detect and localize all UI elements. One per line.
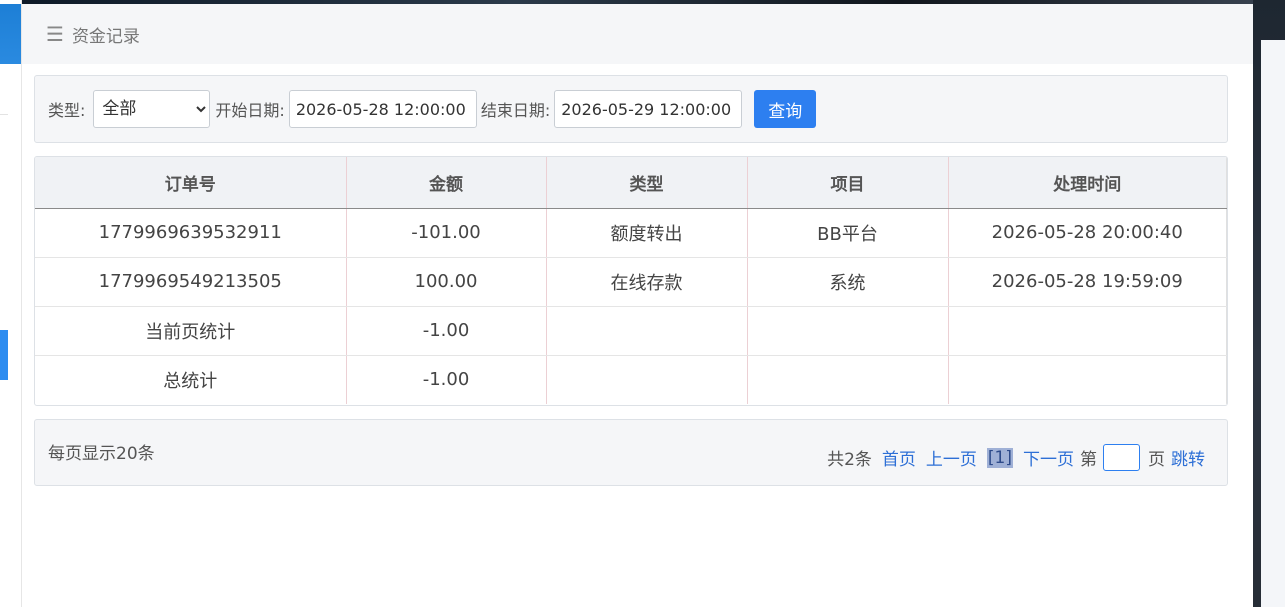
cell-empty xyxy=(546,306,748,356)
cell-time: 2026-05-28 19:59:09 xyxy=(948,257,1227,307)
cell-empty xyxy=(546,355,748,404)
cell-type: 额度转出 xyxy=(546,208,748,258)
cell-amount: -101.00 xyxy=(346,208,547,258)
goto-suffix: 页 xyxy=(1148,450,1165,470)
records-table: 订单号 金额 类型 项目 处理时间 1779969639532911 -101.… xyxy=(34,156,1228,406)
col-header-type: 类型 xyxy=(546,157,748,209)
right-panel-edge xyxy=(1253,0,1285,607)
cell-amount: 100.00 xyxy=(346,257,547,307)
prev-page-link[interactable]: 上一页 xyxy=(926,450,977,470)
main-content: ☰ 资金记录 类型: 全部 开始日期: 结束日期: 查询 订单号 金额 类型 项… xyxy=(22,4,1253,607)
current-page: [1] xyxy=(986,447,1013,468)
pagination-nav: 共2条 首页 上一页 [1] 下一页 第 页 跳转 xyxy=(817,444,1205,471)
next-page-link[interactable]: 下一页 xyxy=(1023,450,1074,470)
goto-prefix: 第 xyxy=(1080,450,1097,470)
query-button[interactable]: 查询 xyxy=(754,90,817,128)
col-header-time: 处理时间 xyxy=(948,157,1227,209)
type-select[interactable]: 全部 xyxy=(93,90,211,128)
first-page-link[interactable]: 首页 xyxy=(882,450,916,470)
total-summary-row: 总统计 -1.00 xyxy=(35,355,1227,404)
right-panel xyxy=(1261,40,1285,607)
cell-empty xyxy=(948,355,1227,404)
table-row: 1779969549213505 100.00 在线存款 系统 2026-05-… xyxy=(35,257,1227,307)
cell-summary-amount: -1.00 xyxy=(346,306,547,356)
cell-total-label: 总统计 xyxy=(35,355,347,404)
cell-item: BB平台 xyxy=(747,208,949,258)
cell-empty xyxy=(948,306,1227,356)
sidebar-active-indicator[interactable] xyxy=(0,330,8,380)
end-date-input[interactable] xyxy=(554,90,743,128)
col-header-order-no: 订单号 xyxy=(35,157,347,209)
start-date-input[interactable] xyxy=(288,90,477,128)
cell-empty xyxy=(747,306,949,356)
page-summary-row: 当前页统计 -1.00 xyxy=(35,306,1227,356)
col-header-item: 项目 xyxy=(747,157,949,209)
cell-empty xyxy=(747,355,949,404)
cell-summary-label: 当前页统计 xyxy=(35,306,347,356)
col-header-amount: 金额 xyxy=(346,157,547,209)
jump-link[interactable]: 跳转 xyxy=(1171,450,1205,470)
left-sidebar-edge xyxy=(0,0,22,607)
sidebar-divider xyxy=(0,114,8,115)
total-count: 共2条 xyxy=(827,450,872,470)
type-label: 类型: xyxy=(48,101,86,120)
page-size-text: 每页显示20条 xyxy=(48,444,155,464)
cell-time: 2026-05-28 20:00:40 xyxy=(948,208,1227,258)
cell-type: 在线存款 xyxy=(546,257,748,307)
filter-bar: 类型: 全部 开始日期: 结束日期: 查询 xyxy=(34,75,1228,143)
start-date-label: 开始日期: xyxy=(215,101,285,120)
table-header-row: 订单号 金额 类型 项目 处理时间 xyxy=(35,157,1227,209)
cell-item: 系统 xyxy=(747,257,949,307)
table-row: 1779969639532911 -101.00 额度转出 BB平台 2026-… xyxy=(35,208,1227,258)
cell-total-amount: -1.00 xyxy=(346,355,547,404)
menu-icon[interactable]: ☰ xyxy=(46,22,64,46)
page-title: 资金记录 xyxy=(71,26,140,47)
page-header: ☰ 资金记录 xyxy=(22,4,1253,64)
cell-order-no: 1779969549213505 xyxy=(35,257,347,307)
sidebar-logo-block xyxy=(0,4,21,64)
pagination-bar: 每页显示20条 共2条 首页 上一页 [1] 下一页 第 页 跳转 xyxy=(34,419,1228,486)
end-date-label: 结束日期: xyxy=(480,101,551,120)
goto-page-input[interactable] xyxy=(1103,444,1140,471)
cell-order-no: 1779969639532911 xyxy=(35,208,347,258)
